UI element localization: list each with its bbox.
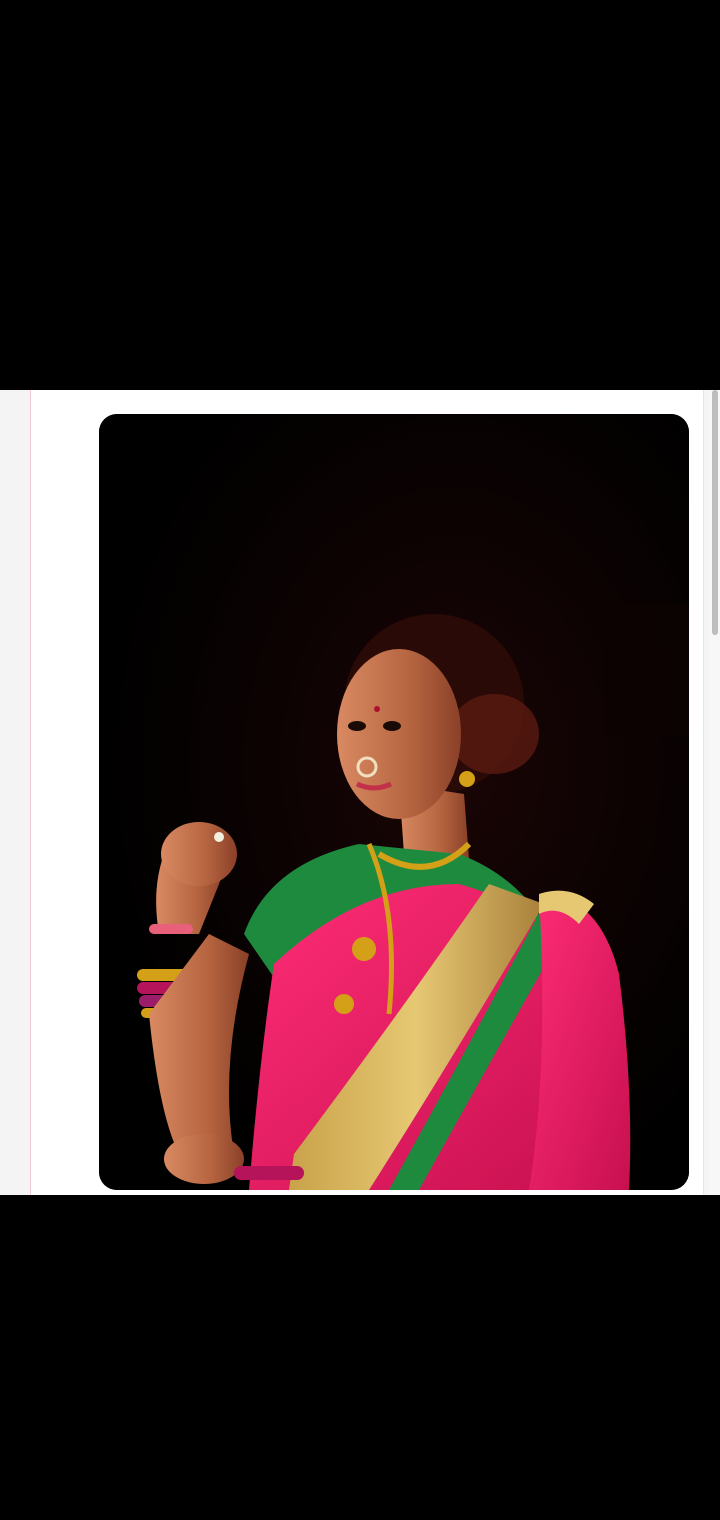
- portrait-illustration: [99, 414, 689, 1190]
- page-card: [30, 390, 704, 1195]
- face: [337, 649, 461, 819]
- screenshot-image[interactable]: [0, 390, 720, 1195]
- scrollbar-thumb[interactable]: [712, 390, 718, 635]
- raised-hand: [161, 822, 237, 886]
- image-viewer: [0, 0, 720, 1520]
- earring: [459, 771, 475, 787]
- portrait-photo[interactable]: [99, 414, 689, 1190]
